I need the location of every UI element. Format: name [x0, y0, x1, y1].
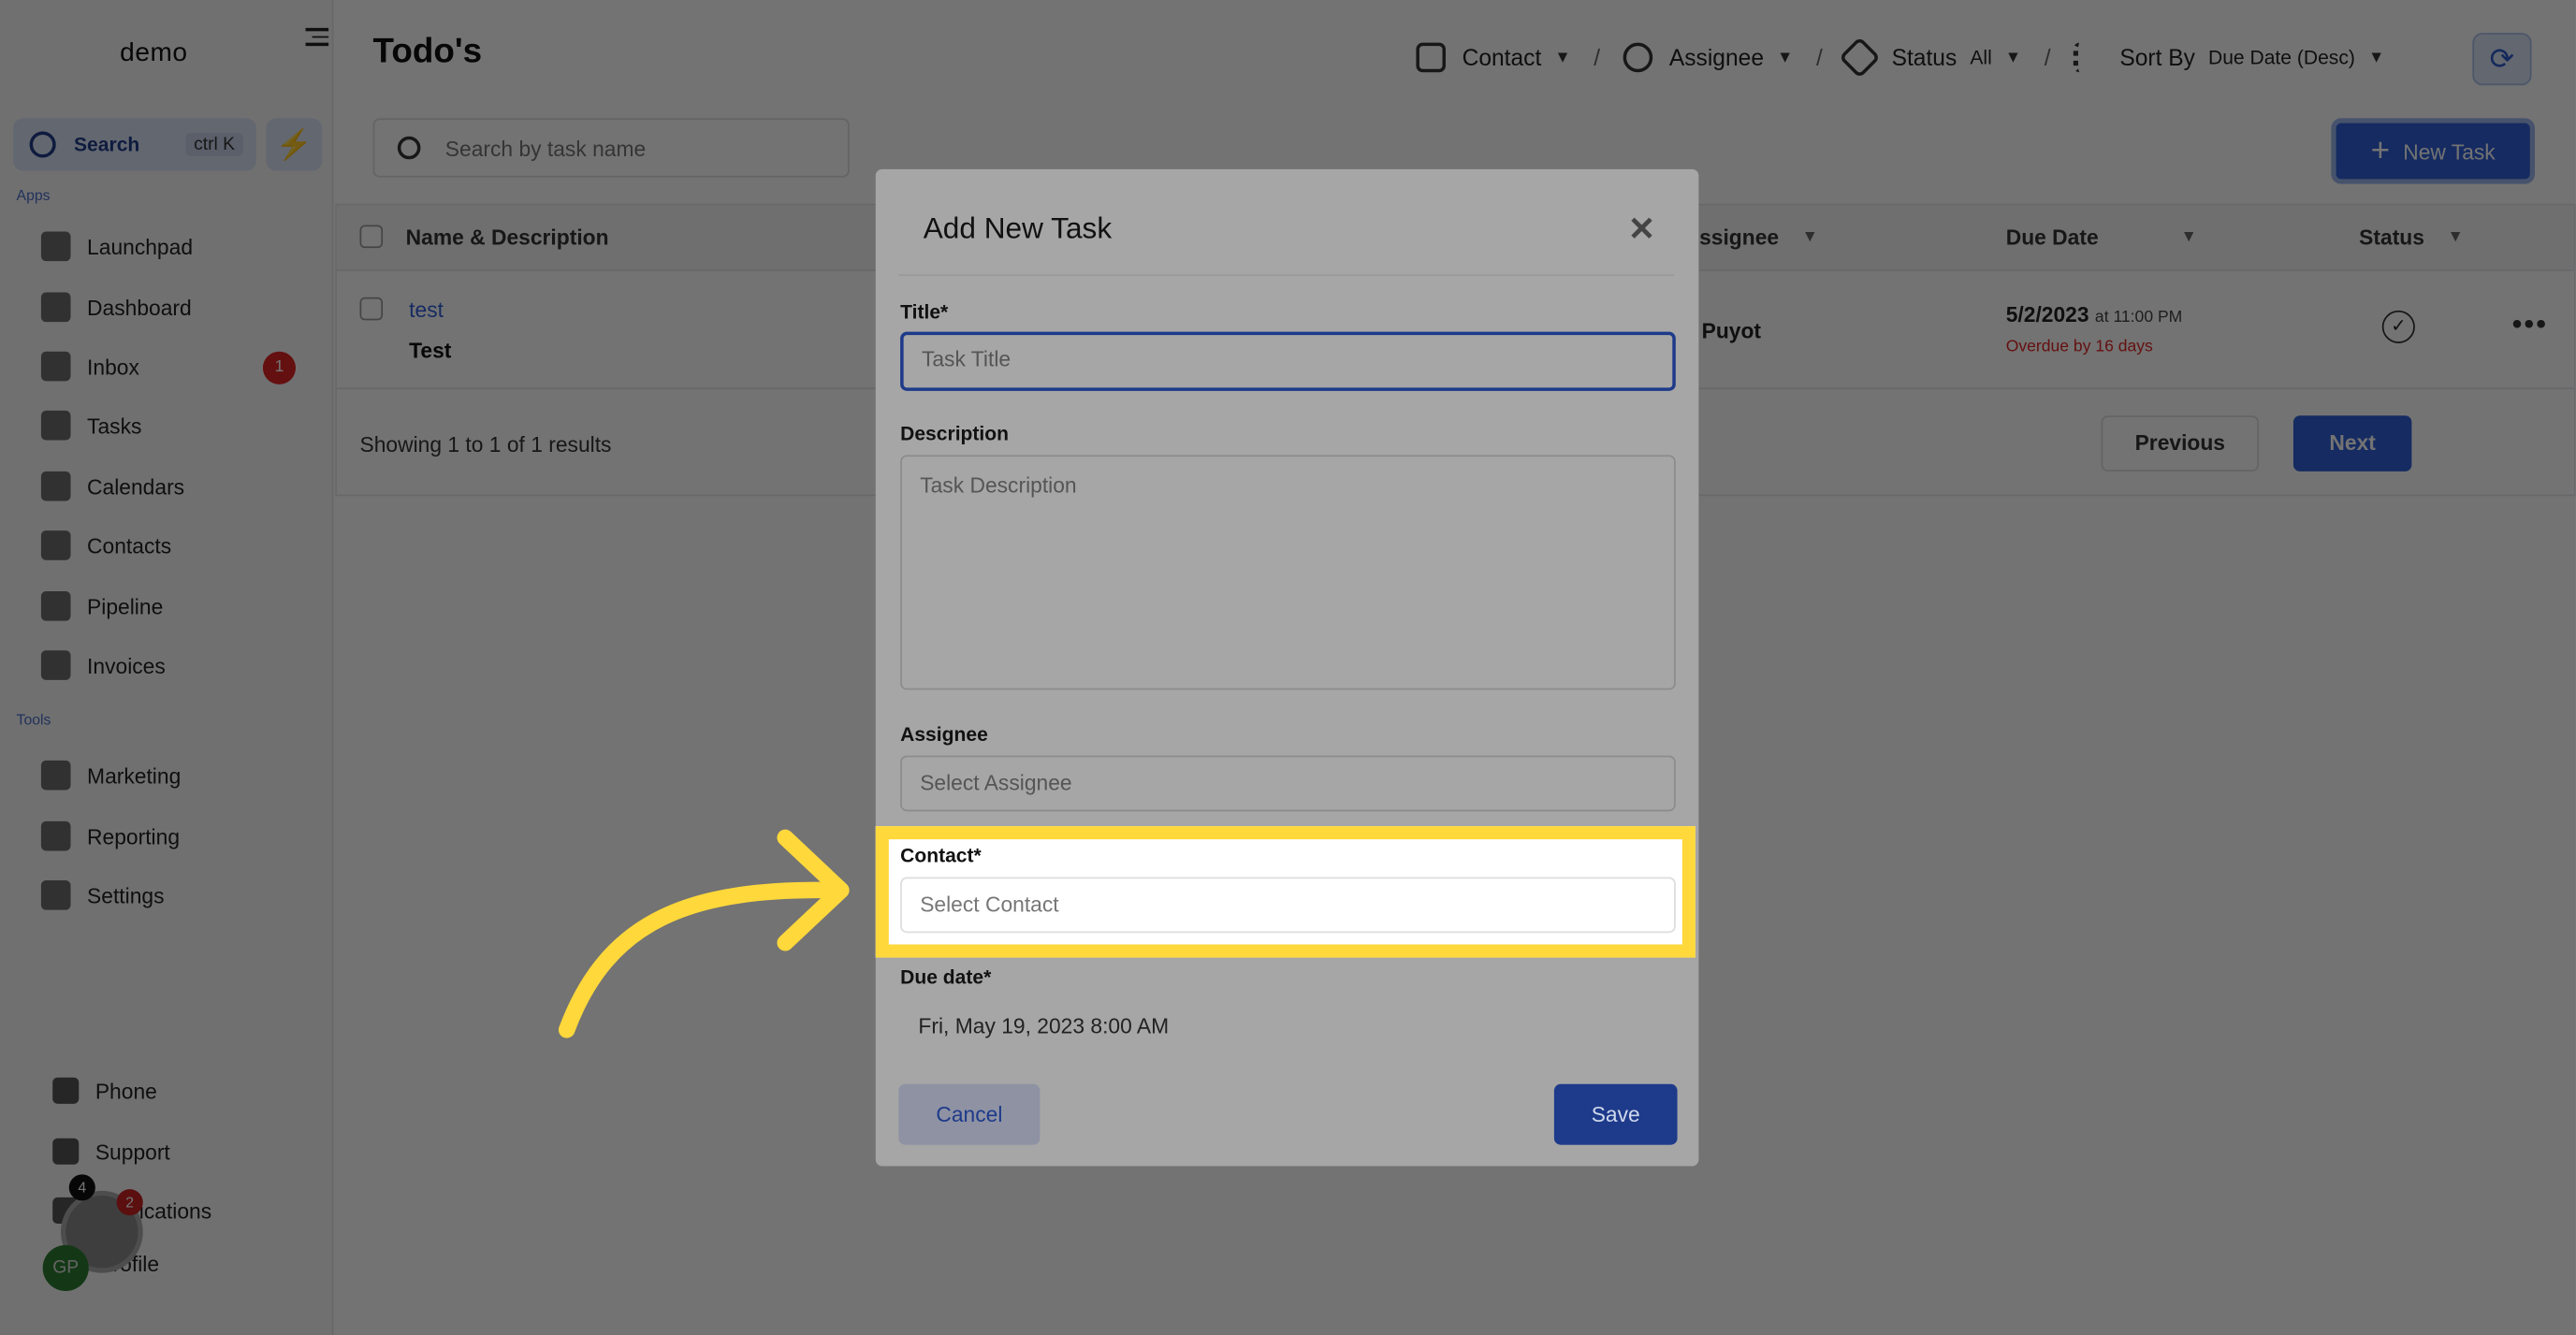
- add-task-modal: Add New Task ✕ Title* Task Title Descrip…: [875, 168, 1699, 1167]
- title-input[interactable]: Task Title: [900, 331, 1676, 391]
- modal-title: Add New Task: [923, 211, 1113, 245]
- description-label: Description: [900, 422, 1010, 445]
- save-button[interactable]: Save: [1553, 1083, 1678, 1145]
- annotation-arrow-icon: [558, 829, 850, 1038]
- description-textarea[interactable]: Task Description: [900, 455, 1676, 690]
- due-date-label: Due date*: [900, 965, 992, 989]
- cancel-button[interactable]: Cancel: [898, 1083, 1041, 1145]
- contact-label: Contact*: [900, 844, 982, 868]
- contact-field-highlight: Contact* Select Contact: [875, 826, 1696, 958]
- divider: [898, 274, 1675, 276]
- due-date-picker[interactable]: Fri, May 19, 2023 8:00 AM: [918, 1013, 1169, 1038]
- assignee-select[interactable]: Select Assignee: [900, 755, 1676, 812]
- title-label: Title*: [900, 300, 949, 324]
- assignee-label: Assignee: [900, 722, 988, 747]
- close-icon[interactable]: ✕: [1628, 209, 1655, 250]
- contact-select[interactable]: Select Contact: [900, 877, 1676, 934]
